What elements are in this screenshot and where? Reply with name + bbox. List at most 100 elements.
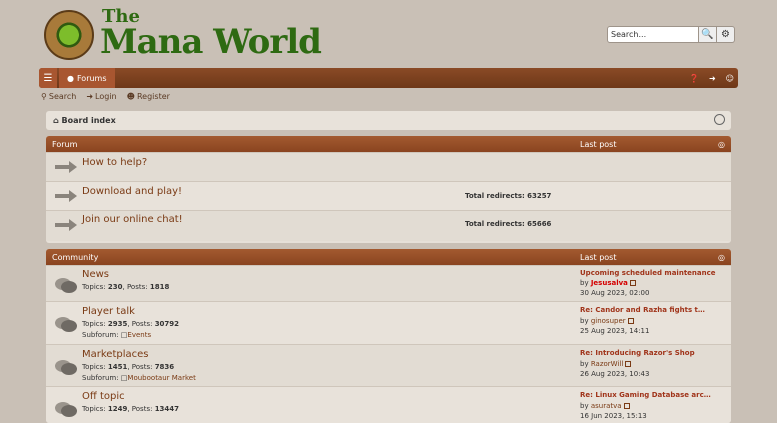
login-link-label: Login <box>95 92 117 101</box>
list-item: Join our online chat! Total redirects: 6… <box>46 210 731 241</box>
last-post-title-link[interactable]: Upcoming scheduled maintenance <box>580 269 716 277</box>
redirects-value: 63257 <box>527 192 552 200</box>
search-icon: 🔍 <box>701 29 714 40</box>
subforums: Subforum: □Moubootaur Market <box>82 374 196 382</box>
last-post-date: 26 Aug 2023, 10:43 <box>580 370 650 378</box>
topics-label: Topics: <box>82 283 106 291</box>
last-post-header: Last post <box>580 252 617 262</box>
search-input[interactable] <box>607 26 699 43</box>
redirects-value: 65666 <box>527 220 552 228</box>
logo-emblem-icon <box>44 10 94 60</box>
redirect-arrow-icon <box>55 161 77 173</box>
list-item: Player talk Topics: 2935, Posts: 30792 S… <box>46 301 731 344</box>
forum-panel-header: Forum Last post ◎ <box>46 136 731 152</box>
tab-forums-label: Forums <box>76 73 107 83</box>
forum-title-link[interactable]: Join our online chat! <box>82 214 183 225</box>
posts-count: 30792 <box>154 320 180 328</box>
last-post-date: 16 Jun 2023, 15:13 <box>580 412 647 420</box>
last-post-date: 25 Aug 2023, 14:11 <box>580 327 650 335</box>
topics-label: Topics: <box>82 320 106 328</box>
last-post-author: by Jesusalva <box>580 279 636 287</box>
forum-read-icon <box>55 402 77 417</box>
redirects-count: Total redirects: 65666 <box>465 220 551 228</box>
list-item: How to help? <box>46 152 731 181</box>
posts-label: Posts: <box>131 405 153 413</box>
topics-label: Topics: <box>82 405 106 413</box>
view-latest-post-icon[interactable] <box>625 361 632 367</box>
last-post-title-link[interactable]: Re: Introducing Razor's Shop <box>580 349 695 357</box>
comment-icon: ● <box>67 73 74 83</box>
forum-stats: Topics: 2935, Posts: 30792 <box>82 320 180 328</box>
forum-read-icon <box>55 317 77 332</box>
posts-label: Posts: <box>126 283 148 291</box>
forum-stats: Topics: 230, Posts: 1818 <box>82 283 170 291</box>
register-link-label: Register <box>136 92 170 101</box>
last-post-title-link[interactable]: Re: Candor and Razha fights t… <box>580 306 705 314</box>
redirect-arrow-icon <box>55 219 77 231</box>
forum-title-link[interactable]: How to help? <box>82 157 147 168</box>
tab-forums[interactable]: ● Forums <box>59 68 115 88</box>
navbar: ☰ ● Forums ❓ ➜ ☺ <box>39 68 738 88</box>
redirects-count: Total redirects: 63257 <box>465 192 551 200</box>
redirects-label: Total redirects: <box>465 192 525 200</box>
view-latest-post-icon[interactable] <box>627 318 634 324</box>
collapse-icon[interactable]: ◎ <box>718 140 725 149</box>
search-link[interactable]: ⚲ Search <box>41 92 76 101</box>
forum-stats: Topics: 1451, Posts: 7836 <box>82 363 175 371</box>
forum-stats: Topics: 1249, Posts: 13447 <box>82 405 180 413</box>
author-link[interactable]: Jesusalva <box>591 279 628 287</box>
advanced-search-button[interactable]: ⚙ <box>717 26 735 43</box>
site-logo[interactable]: The Mana World <box>40 6 322 66</box>
view-latest-post-icon[interactable] <box>623 403 630 409</box>
community-panel-title: Community <box>52 252 99 262</box>
search-icon: ⚲ <box>41 92 47 101</box>
logo-name: Mana World <box>100 22 322 62</box>
collapse-icon[interactable]: ◎ <box>718 253 725 262</box>
register-link[interactable]: ☻ Register <box>127 92 170 101</box>
author-link[interactable]: asuratva <box>591 402 622 410</box>
register-icon[interactable]: ☺ <box>726 74 734 83</box>
subforums: Subforum: □Events <box>82 331 151 339</box>
list-item: Download and play! Total redirects: 6325… <box>46 181 731 210</box>
home-icon: ⌂ <box>53 116 59 125</box>
topics-count: 1451 <box>107 363 128 371</box>
forum-title-link[interactable]: Player talk <box>82 306 135 317</box>
posts-count: 13447 <box>154 405 180 413</box>
forum-title-link[interactable]: Marketplaces <box>82 349 149 360</box>
subforums-label: Subforum: <box>82 374 119 382</box>
by-label: by <box>580 360 589 368</box>
last-post-author: by ginosuper <box>580 317 634 325</box>
subforum-link[interactable]: Events <box>127 331 151 339</box>
last-post-title-link[interactable]: Re: Linux Gaming Database arc… <box>580 391 711 399</box>
forum-title-link[interactable]: News <box>82 269 109 280</box>
faq-icon[interactable]: ❓ <box>689 74 699 83</box>
hamburger-icon: ☰ <box>43 72 53 84</box>
subforum-link[interactable]: Moubootaur Market <box>127 374 195 382</box>
by-label: by <box>580 402 589 410</box>
forum-read-icon <box>55 360 77 375</box>
forum-title-link[interactable]: Off topic <box>82 391 125 402</box>
redirects-label: Total redirects: <box>465 220 525 228</box>
subforums-label: Subforum: <box>82 331 119 339</box>
breadcrumb: ⌂ Board index <box>46 111 731 130</box>
clock-icon <box>714 114 725 125</box>
list-item: Marketplaces Topics: 1451, Posts: 7836 S… <box>46 344 731 386</box>
login-icon[interactable]: ➜ <box>709 74 716 83</box>
header-search: 🔍 ⚙ <box>607 26 735 43</box>
author-link[interactable]: RazorWill <box>591 360 623 368</box>
list-item: Off topic Topics: 1249, Posts: 13447 Re:… <box>46 386 731 423</box>
search-button[interactable]: 🔍 <box>699 26 717 43</box>
login-link[interactable]: ➜ Login <box>86 92 116 101</box>
board-index-link[interactable]: ⌂ Board index <box>53 116 116 125</box>
last-post-author: by RazorWill <box>580 360 632 368</box>
forum-panel: Forum Last post ◎ How to help? Download … <box>46 136 731 243</box>
forum-read-icon <box>55 278 77 293</box>
forum-title-link[interactable]: Download and play! <box>82 186 182 197</box>
by-label: by <box>580 279 589 287</box>
search-link-label: Search <box>48 92 77 101</box>
menu-button[interactable]: ☰ <box>39 68 57 88</box>
posts-count: 1818 <box>149 283 170 291</box>
author-link[interactable]: ginosuper <box>591 317 626 325</box>
view-latest-post-icon[interactable] <box>629 280 636 286</box>
posts-label: Posts: <box>131 320 153 328</box>
